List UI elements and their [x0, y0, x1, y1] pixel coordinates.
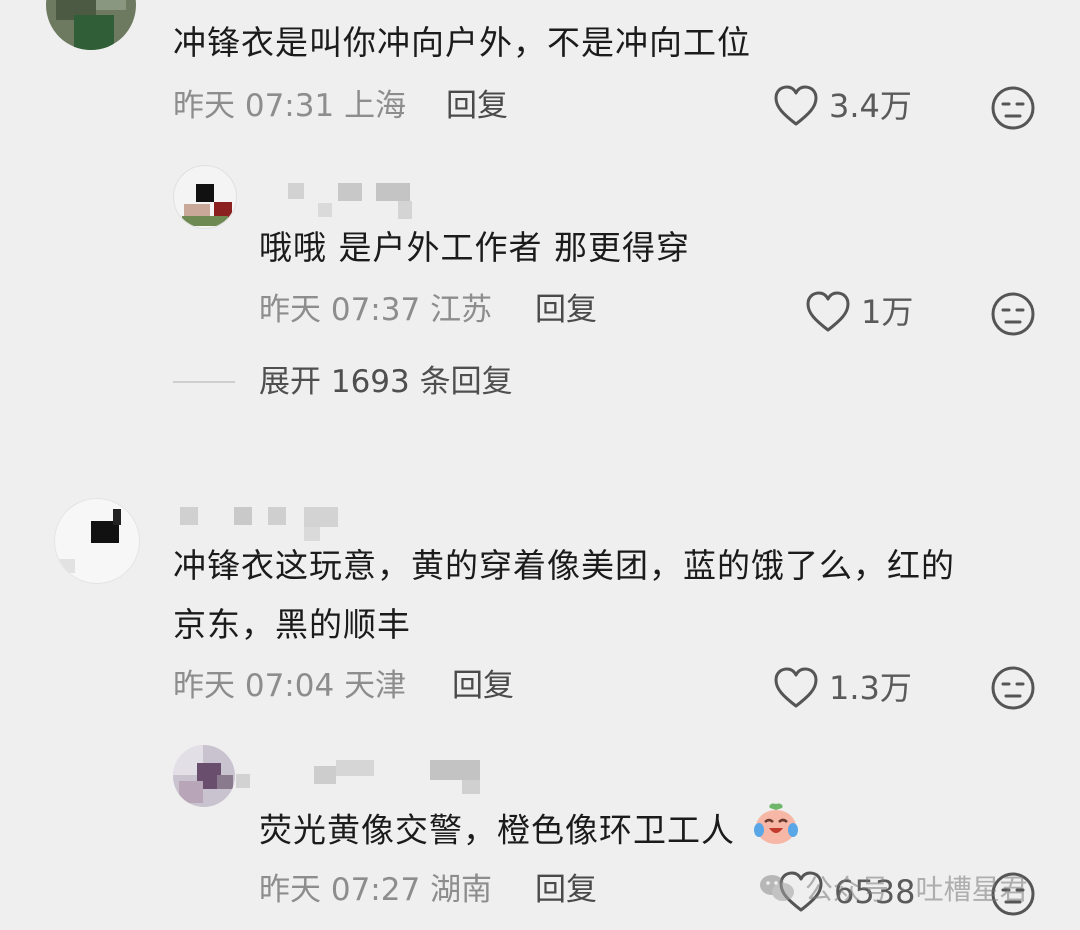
avatar[interactable] [46, 0, 136, 50]
meh-face-icon[interactable] [989, 84, 1037, 136]
comment-text-content: 荧光黄像交警，橙色像环卫工人 [259, 810, 735, 850]
reply-button[interactable]: 回复 [535, 290, 597, 330]
comment-text: 冲锋衣是叫你冲向户外，不是冲向工位 [173, 23, 751, 62]
laughing-crying-emoji [751, 800, 801, 864]
wechat-icon [758, 872, 796, 911]
comment-location: 上海 [344, 88, 407, 124]
like-button[interactable]: 1.3万 [773, 666, 912, 710]
divider [173, 381, 235, 383]
comment-meta: 昨天 07:31 上海 [173, 86, 406, 126]
comment-meta: 昨天 07:27 湖南 [259, 870, 492, 910]
comment-text: 哦哦 是户外工作者 那更得穿 [259, 228, 690, 267]
reply-button[interactable]: 回复 [452, 666, 514, 706]
comment-location: 江苏 [430, 292, 493, 328]
username-redacted[interactable] [236, 760, 496, 800]
comment-location: 天津 [344, 668, 407, 704]
like-count: 1万 [861, 293, 914, 331]
comment-meta: 昨天 07:37 江苏 [259, 290, 492, 330]
like-button[interactable]: 3.4万 [773, 84, 912, 128]
meh-face-icon[interactable] [989, 664, 1037, 716]
watermark-text: 公众号 · 吐槽星君 [804, 873, 1028, 906]
comment-text: 京东，黑的顺丰 [173, 605, 411, 644]
comment-time: 昨天 07:31 [173, 88, 335, 124]
comment-time: 昨天 07:27 [259, 872, 421, 908]
comment-text: 荧光黄像交警，橙色像环卫工人 [259, 800, 801, 864]
heart-outline-icon [773, 84, 819, 128]
comment-time: 昨天 07:37 [259, 292, 421, 328]
heart-outline-icon [805, 290, 851, 334]
comment-time: 昨天 07:04 [173, 668, 335, 704]
heart-outline-icon [773, 666, 819, 710]
avatar[interactable] [173, 745, 235, 807]
watermark: 公众号 · 吐槽星君 [758, 868, 1028, 911]
expand-replies-button[interactable]: 展开 1693 条回复 [259, 362, 513, 402]
like-count: 3.4万 [829, 87, 912, 125]
reply-button[interactable]: 回复 [446, 86, 508, 126]
like-count: 1.3万 [829, 669, 912, 707]
comment-text: 冲锋衣这玩意，黄的穿着像美团，蓝的饿了么，红的 [173, 546, 955, 585]
comment-location: 湖南 [430, 872, 493, 908]
avatar[interactable] [173, 165, 237, 229]
like-button[interactable]: 1万 [805, 290, 913, 334]
comment-meta: 昨天 07:04 天津 [173, 666, 406, 706]
avatar[interactable] [54, 498, 140, 584]
reply-button[interactable]: 回复 [535, 870, 597, 910]
meh-face-icon[interactable] [989, 290, 1037, 342]
username-redacted[interactable] [258, 183, 418, 223]
